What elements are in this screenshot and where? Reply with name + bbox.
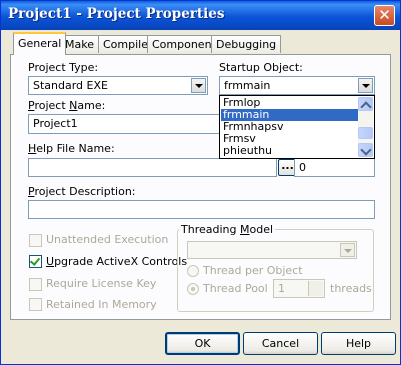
scroll-up-button[interactable] [358, 97, 373, 113]
project-type-dropdown-button[interactable] [191, 78, 206, 93]
window-title: Project1 - Project Properties [8, 6, 225, 22]
threading-model-label: Threading Model [179, 223, 276, 236]
tab-general[interactable]: General [13, 32, 67, 55]
help-context-id-input[interactable]: 0 [294, 158, 375, 177]
startup-object-select[interactable]: frmmain [219, 76, 375, 95]
project-type-label: Project Type: [28, 61, 99, 74]
thread-per-object-radio[interactable] [187, 265, 199, 277]
tab-debugging-label: Debugging [216, 38, 277, 51]
close-button[interactable]: ✕ [374, 5, 395, 26]
checkmark-icon [29, 255, 41, 266]
help-file-input[interactable] [28, 158, 277, 177]
project-name-label: Project Name: [28, 99, 106, 112]
tab-compile-label: Compile [103, 38, 148, 51]
chevron-down-icon [360, 144, 372, 156]
project-properties-dialog: Project1 - Project Properties ✕ General … [0, 0, 401, 365]
help-button[interactable]: Help [321, 332, 396, 355]
retained-in-memory-label: Retained In Memory [46, 298, 157, 311]
thread-pool-spinner[interactable] [308, 281, 323, 296]
help-button-label: Help [345, 337, 372, 350]
tab-component[interactable]: Component [147, 35, 221, 53]
cancel-button-label: Cancel [261, 337, 300, 350]
chevron-up-icon [360, 101, 372, 113]
project-name-input[interactable]: Project1 [28, 114, 220, 134]
startup-object-dropdown-list[interactable]: Frmlop frmmain Frmnhapsv Frmsv phieuthu [219, 95, 375, 159]
browse-label: ... [281, 159, 294, 172]
project-type-select[interactable]: Standard EXE [28, 76, 208, 95]
ok-button-label: OK [194, 337, 211, 350]
help-file-label: Help File Name: [28, 142, 115, 155]
project-description-label: Project Description: [28, 185, 136, 198]
project-name-value: Project1 [33, 117, 78, 130]
chevron-down-icon [362, 84, 370, 88]
tab-compile[interactable]: Compile [98, 35, 153, 53]
thread-pool-radio[interactable] [187, 283, 199, 295]
threading-model-dropdown-button[interactable] [340, 243, 355, 257]
thread-pool-count-input[interactable]: 1 [273, 279, 325, 298]
list-item[interactable]: phieuthu [221, 145, 361, 157]
threading-model-select[interactable] [187, 241, 357, 259]
tab-general-label: General [18, 37, 62, 50]
chevron-down-icon [195, 84, 203, 88]
startup-object-dropdown-button[interactable] [358, 78, 373, 93]
list-scrollbar[interactable] [358, 97, 373, 157]
retained-in-memory-checkbox[interactable] [29, 298, 42, 311]
ok-button[interactable]: OK [165, 332, 240, 355]
tab-debugging[interactable]: Debugging [211, 35, 282, 53]
help-context-id-value: 0 [299, 161, 306, 174]
tab-make-label: Make [65, 38, 94, 51]
tab-component-label: Component [152, 38, 216, 51]
require-license-key-label: Require License Key [46, 277, 157, 290]
upgrade-activex-label: Upgrade ActiveX Controls [46, 255, 188, 268]
radio-selected-dot [191, 287, 195, 291]
startup-object-value: frmmain [224, 79, 271, 92]
project-type-value: Standard EXE [33, 79, 108, 92]
scroll-thumb[interactable] [358, 127, 373, 139]
thread-pool-count-value: 1 [278, 282, 285, 295]
thread-per-object-label: Thread per Object [203, 264, 303, 277]
unattended-execution-checkbox[interactable] [29, 234, 42, 247]
upgrade-activex-checkbox[interactable] [29, 255, 42, 268]
threads-label: threads [330, 282, 372, 295]
close-icon: ✕ [378, 6, 391, 24]
require-license-key-checkbox[interactable] [29, 278, 42, 291]
chevron-down-icon [344, 249, 352, 253]
title-bar[interactable]: Project1 - Project Properties ✕ [1, 1, 400, 30]
cancel-button[interactable]: Cancel [243, 332, 318, 355]
scroll-down-button[interactable] [358, 143, 373, 157]
startup-object-label: Startup Object: [219, 61, 303, 74]
unattended-execution-label: Unattended Execution [46, 233, 169, 246]
thread-pool-label: Thread Pool [203, 282, 268, 295]
project-description-input[interactable] [28, 200, 375, 219]
